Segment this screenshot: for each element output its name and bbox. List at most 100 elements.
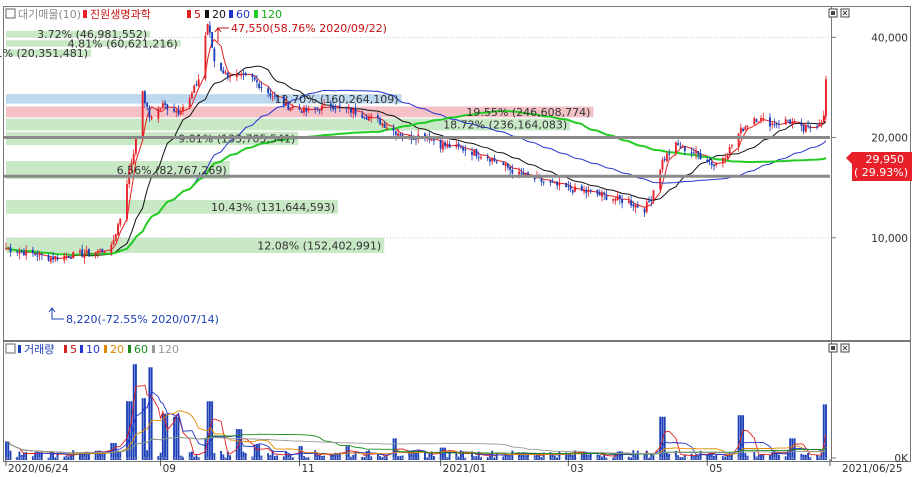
candle-body [616, 195, 619, 201]
panel-toggle-box[interactable] [5, 8, 16, 19]
volume-bar [255, 444, 258, 460]
candle-body [350, 108, 352, 113]
chart-canvas: 12.08% (152,402,991) 10.43% (131,644,593)… [0, 6, 912, 475]
candle-body [99, 249, 102, 251]
volume-bar [101, 453, 104, 460]
legend-volume-name: 거래량 [24, 343, 54, 356]
candle-body [56, 257, 59, 260]
candle-body [464, 149, 467, 151]
candle-body [432, 139, 435, 141]
volume-bar [587, 454, 590, 460]
volume-bar [16, 456, 19, 460]
candle-body [399, 133, 402, 136]
candle-body [643, 208, 646, 213]
candle-body [690, 151, 693, 153]
volume-bar [527, 454, 529, 460]
volume-bar [273, 456, 276, 460]
candle-body [746, 125, 749, 128]
volume-bar [289, 454, 292, 460]
volume-bar [376, 453, 379, 460]
volume-bar [778, 454, 780, 460]
candle-body [652, 190, 655, 200]
candle-body [298, 107, 301, 110]
candle-body [448, 143, 451, 148]
candle-body [67, 255, 70, 258]
volume-bar [222, 454, 225, 460]
candle-body [603, 192, 606, 195]
candle-body [253, 77, 256, 80]
legend-vma20: 20 [110, 343, 124, 356]
candle-body [269, 93, 272, 97]
volume-bar [556, 457, 559, 460]
volume-bar [771, 451, 774, 460]
volume-bar [70, 455, 72, 460]
legend-ma20: 20 [212, 8, 226, 21]
candle-body [251, 74, 254, 78]
candle-body [446, 144, 449, 148]
candle-body [376, 115, 379, 119]
candle-body [303, 107, 305, 113]
candle-body [354, 107, 357, 115]
candle-body [683, 146, 686, 152]
volume-bar [424, 452, 426, 460]
candle-body [818, 123, 821, 127]
volume-bar [379, 456, 382, 460]
candle-body [618, 195, 621, 199]
volume-bar [690, 453, 693, 460]
candle-body [18, 251, 21, 254]
volume-bar [291, 457, 294, 460]
candle-body [506, 163, 509, 168]
candle-body [648, 200, 650, 202]
candle-body [661, 159, 664, 170]
volume-bar [491, 450, 494, 460]
legend-swatch-vma5 [64, 345, 67, 353]
volume-bar [7, 441, 10, 460]
candle-body [665, 153, 668, 162]
candle-body [471, 151, 473, 155]
candle-body [632, 204, 635, 207]
candle-body [305, 108, 308, 112]
volume-bar [598, 454, 601, 460]
candle-body [191, 93, 193, 99]
candle-body [605, 195, 608, 200]
candle-body [778, 123, 780, 125]
candle-body [7, 248, 10, 250]
candle-body [195, 84, 198, 86]
candle-body [567, 185, 570, 187]
candle-body [825, 79, 827, 116]
candle-body [141, 91, 144, 138]
volume-bar [150, 367, 153, 460]
candle-body [645, 201, 648, 212]
candle-body [143, 91, 146, 104]
candle-body [334, 108, 337, 110]
volume-bar [825, 404, 827, 460]
candle-body [85, 250, 88, 253]
candle-body [679, 146, 682, 148]
resistance-band-label-1: 10.43% (131,644,593) [211, 201, 335, 214]
legend-vma60: 60 [134, 343, 148, 356]
candle-body [255, 80, 258, 83]
candle-body [491, 158, 494, 162]
candle-body [822, 115, 825, 123]
legend-swatch-vma120 [152, 345, 155, 353]
candle-body [699, 153, 702, 160]
candle-body [368, 116, 370, 121]
price-tick-label-1: 20,000 [871, 133, 908, 145]
volume-bar [229, 455, 231, 460]
date-tick-label-5: 05 [709, 463, 722, 475]
volume-bar [804, 454, 807, 460]
candle-body [486, 156, 489, 159]
candle-body [459, 147, 462, 149]
volume-toggle-box[interactable] [5, 343, 16, 354]
candle-body [291, 106, 294, 109]
candle-body [307, 107, 310, 111]
candle-body [502, 162, 505, 166]
legend-swatch-volume [18, 345, 21, 353]
legend-ma60: 60 [236, 8, 250, 21]
candle-body [94, 252, 97, 255]
candle-body [598, 193, 601, 196]
candle-body [708, 160, 711, 162]
candle-body [38, 253, 41, 256]
volume-bar [663, 416, 666, 460]
candle-body [40, 253, 43, 255]
